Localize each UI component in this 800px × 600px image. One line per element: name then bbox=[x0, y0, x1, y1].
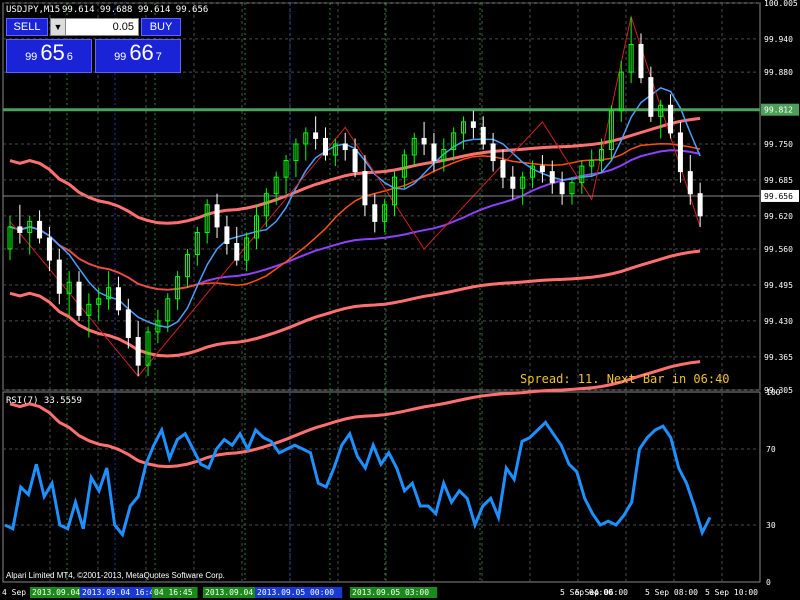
candle-body bbox=[470, 121, 476, 128]
candle-body bbox=[17, 226, 23, 233]
bid-big: 65 bbox=[40, 40, 65, 65]
price-axis-label: 99.620 bbox=[764, 212, 793, 221]
candle-body bbox=[500, 160, 506, 178]
time-axis-label: 5 Sep 08:00 bbox=[645, 588, 698, 597]
price-axis-label: 99.365 bbox=[764, 353, 793, 362]
candle-body bbox=[46, 237, 52, 261]
chart-canvas: 100.005 99.940 99.880 99.812 99.750 99.685 99.… bbox=[2, 0, 799, 598]
bid-price-box[interactable]: 99 65 6 bbox=[6, 39, 92, 73]
candle-body bbox=[490, 143, 496, 162]
bid-sup: 6 bbox=[66, 51, 73, 63]
candle-body bbox=[115, 287, 121, 311]
highlighted-time-label: 2013.09.05 00:00 bbox=[257, 588, 334, 597]
chart-ohlc-label: 99.614 99.688 99.614 99.656 bbox=[62, 5, 208, 15]
copyright-text: Alpari Limited MT4, ©2001-2013, MetaQuot… bbox=[6, 571, 225, 580]
ask-price-box[interactable]: 99 66 7 bbox=[95, 39, 181, 73]
candle-body bbox=[56, 259, 62, 294]
candle-body bbox=[687, 171, 693, 195]
candle-body bbox=[342, 143, 348, 151]
ask-prefix: 99 bbox=[114, 51, 127, 63]
sell-button[interactable]: SELL bbox=[6, 18, 48, 36]
candle-body bbox=[372, 204, 378, 222]
price-axis-label: 100.005 bbox=[764, 0, 798, 8]
rsi-chart-frame bbox=[2, 391, 761, 583]
spread-status-text: Spread: 11. Next Bar in 06:40 bbox=[520, 372, 730, 386]
highlighted-time-label: 2013.09.04 bbox=[32, 588, 80, 597]
candle-body bbox=[214, 204, 220, 228]
rsi-line bbox=[4, 420, 712, 538]
ask-sup: 7 bbox=[155, 51, 162, 63]
lot-size-field[interactable]: ▼ 0.05 bbox=[50, 18, 139, 36]
ask-big: 66 bbox=[129, 40, 154, 65]
candle-body bbox=[431, 143, 437, 162]
highlighted-time-label: 2013.09.04 16:45 bbox=[82, 588, 159, 597]
candle-body bbox=[352, 149, 358, 173]
price-axis-label: 99.812 bbox=[764, 106, 793, 115]
candle-body bbox=[480, 126, 486, 145]
envelope-lower-line bbox=[9, 249, 701, 358]
candle-body bbox=[638, 43, 644, 79]
lot-size-value: 0.05 bbox=[112, 21, 134, 33]
candle-body bbox=[668, 104, 674, 134]
time-axis-label: 5 Sep 10:00 bbox=[705, 588, 758, 597]
highlighted-time-label: 2013.09.05 03:00 bbox=[352, 588, 429, 597]
bid-prefix: 99 bbox=[25, 51, 38, 63]
price-axis-label: 99.560 bbox=[764, 245, 793, 254]
candle-body bbox=[135, 336, 141, 366]
one-click-trading-panel: SELL ▼ 0.05 BUY 99 65 6 99 66 7 bbox=[6, 18, 181, 73]
candle-body bbox=[697, 193, 703, 217]
price-axis-label: 99.685 bbox=[764, 176, 793, 185]
rsi-axis-label: 30 bbox=[766, 521, 776, 530]
candle-body bbox=[648, 77, 654, 117]
buy-button[interactable]: BUY bbox=[141, 18, 181, 36]
candle-body bbox=[510, 176, 516, 189]
rsi-axis-label: 100 bbox=[766, 388, 781, 397]
price-axis-label: 99.880 bbox=[764, 68, 793, 77]
candle-body bbox=[224, 226, 230, 244]
lot-dropdown-icon[interactable]: ▼ bbox=[51, 19, 66, 35]
highlighted-time-label: 04 16:45 bbox=[154, 588, 193, 597]
ma-fast-line bbox=[9, 86, 701, 329]
candle-body bbox=[559, 182, 565, 195]
candle-body bbox=[549, 171, 555, 184]
rsi-axis-label: 0 bbox=[766, 578, 771, 587]
candle-body bbox=[125, 309, 131, 338]
candle-body bbox=[421, 137, 427, 145]
candle-body bbox=[37, 220, 43, 239]
time-axis-label: 4 Sep bbox=[2, 588, 26, 597]
candle-body bbox=[677, 132, 683, 173]
candle-body bbox=[76, 281, 82, 316]
time-axis-label: 5 Sep 06:00 bbox=[575, 588, 628, 597]
price-axis-label: 99.430 bbox=[764, 317, 793, 326]
candle-body bbox=[539, 165, 545, 173]
candle-body bbox=[322, 137, 328, 156]
price-axis-label: 99.495 bbox=[764, 281, 793, 290]
candle-body bbox=[362, 171, 368, 206]
candle-body bbox=[234, 242, 240, 261]
chart-symbol-label: USDJPY,M15 bbox=[6, 5, 60, 15]
rsi-axis-label: 70 bbox=[766, 445, 776, 454]
candle-body bbox=[313, 132, 319, 139]
rsi-title-label: RSI(7) 33.5559 bbox=[6, 396, 82, 406]
price-axis-label: 99.940 bbox=[764, 35, 793, 44]
highlighted-time-label: 2013.09.04 bbox=[205, 588, 253, 597]
price-axis-label: 99.656 bbox=[764, 192, 793, 201]
price-axis-label: 99.750 bbox=[764, 140, 793, 149]
